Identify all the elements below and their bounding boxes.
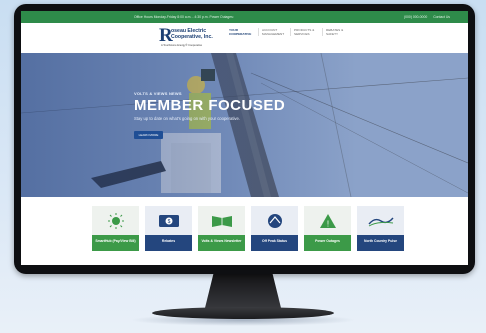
card-label: Off Peak Status [251, 235, 298, 251]
card-power-outages[interactable]: ! Power Outages [304, 206, 351, 251]
card-rebates[interactable]: $ Rebates [145, 206, 192, 251]
monitor-stand-base [152, 307, 334, 319]
site-logo[interactable]: R oseau Electric Cooperative, Inc. A Tou… [159, 26, 221, 50]
card-label: Volts & Views Newsletter [198, 235, 245, 251]
card-smarthub[interactable]: SmartHub (Pay/View Bill) [92, 206, 139, 251]
hero-kicker: VOLTS & VIEWS NEWS [134, 91, 182, 96]
office-hours-text: Office Hours Monday-Friday 8:00 a.m. - 4… [134, 15, 234, 19]
utility-bar: Office Hours Monday-Friday 8:00 a.m. - 4… [21, 11, 468, 23]
off-peak-icon [251, 206, 298, 235]
logo-tagline: A Touchstone Energy® Cooperative [161, 44, 203, 47]
card-north-country[interactable]: North Country Pulse [357, 206, 404, 251]
learn-more-button[interactable]: LEARN MORE [134, 131, 163, 139]
hero-overlay [21, 53, 468, 197]
open-book-icon [198, 206, 245, 235]
warning-triangle-icon: ! [304, 206, 351, 235]
smarthub-icon [92, 206, 139, 235]
card-label: Power Outages [304, 235, 351, 251]
nav-item-rebates-safety[interactable]: REBATES & SAFETY [322, 28, 349, 36]
utility-links: (000) 000-0000 Contact Us [404, 15, 450, 19]
phone-link[interactable]: (000) 000-0000 [404, 15, 427, 19]
main-nav: YOUR COOPERATIVE ACCOUNT MANAGEMENT PROD… [226, 28, 354, 48]
website-screen: Office Hours Monday-Friday 8:00 a.m. - 4… [21, 11, 468, 265]
dollar-bill-icon: $ [145, 206, 192, 235]
logo-name-line2: Cooperative, Inc. [171, 34, 213, 40]
nav-item-your-cooperative[interactable]: YOUR COOPERATIVE [226, 28, 253, 36]
card-label: SmartHub (Pay/View Bill) [92, 235, 139, 251]
hero-banner: VOLTS & VIEWS NEWS MEMBER FOCUSED Stay u… [21, 53, 468, 197]
svg-text:!: ! [326, 219, 328, 228]
hero-subtitle: Stay up to date on what's going on with … [134, 116, 241, 121]
site-header: R oseau Electric Cooperative, Inc. A Tou… [21, 23, 468, 53]
monitor-bezel: Office Hours Monday-Friday 8:00 a.m. - 4… [14, 4, 475, 274]
card-newsletter[interactable]: Volts & Views Newsletter [198, 206, 245, 251]
card-label: North Country Pulse [357, 235, 404, 251]
nav-item-products-services[interactable]: PRODUCTS & SERVICES [290, 28, 317, 36]
contact-link[interactable]: Contact Us [433, 15, 450, 19]
card-label: Rebates [145, 235, 192, 251]
svg-text:$: $ [167, 219, 170, 225]
hero-title: MEMBER FOCUSED [134, 97, 286, 114]
quick-links: SmartHub (Pay/View Bill) $ Rebates Volts… [92, 206, 410, 251]
north-country-icon [357, 206, 404, 235]
nav-item-account-management[interactable]: ACCOUNT MANAGEMENT [258, 28, 285, 36]
card-off-peak[interactable]: Off Peak Status [251, 206, 298, 251]
